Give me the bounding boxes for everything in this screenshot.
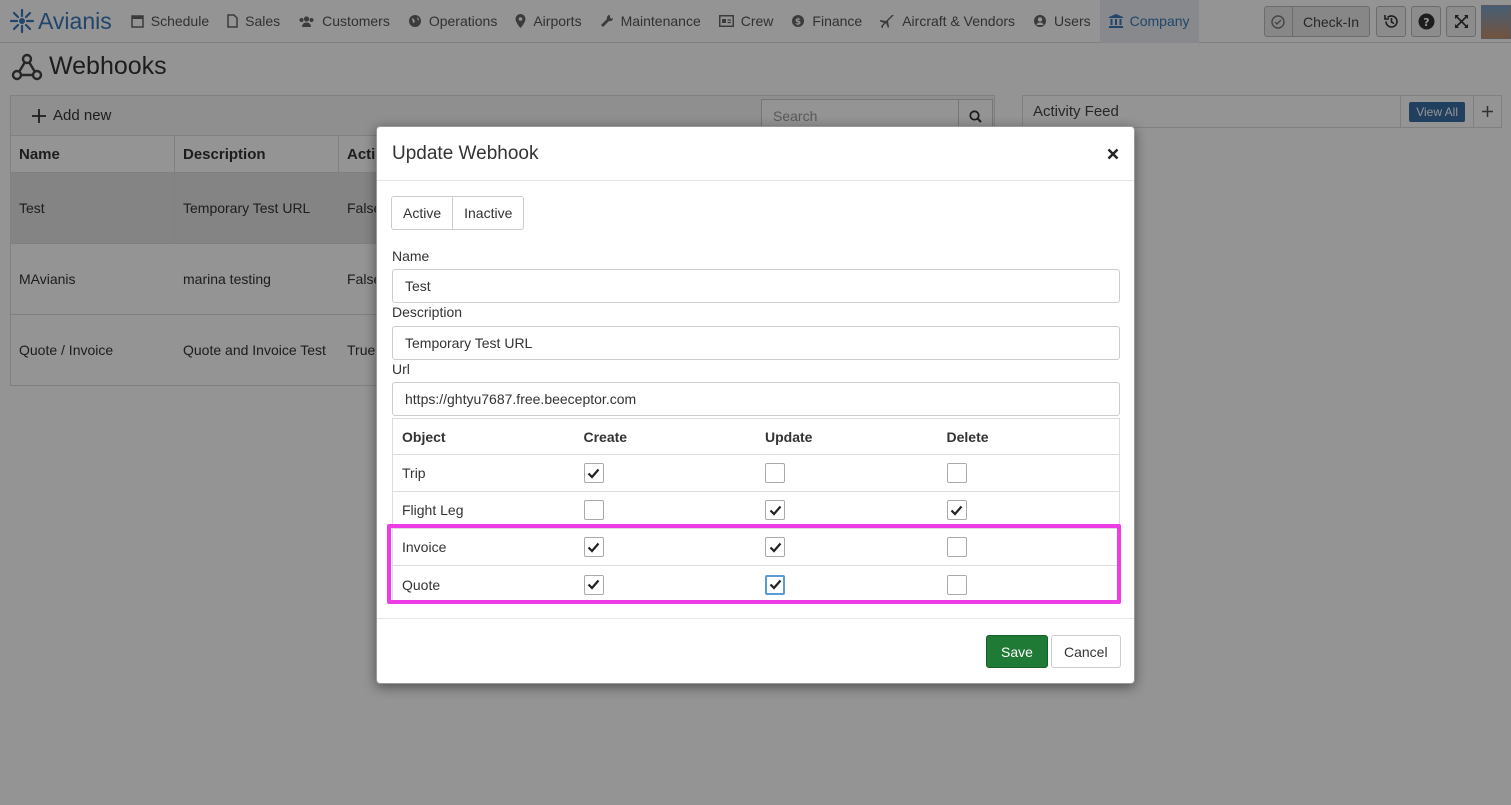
permissions-table: Object Create Update Delete Trip Flight …: [392, 418, 1120, 604]
checkbox-quote-update[interactable]: [765, 574, 785, 595]
update-webhook-modal: Update Webhook Active Inactive Name Desc…: [376, 126, 1135, 684]
checkbox-flight-leg-delete[interactable]: [946, 500, 967, 520]
checkmark-icon: [769, 579, 781, 590]
status-inactive-option[interactable]: Inactive: [453, 197, 524, 229]
permission-row-trip: Trip: [393, 455, 1119, 492]
name-field[interactable]: [392, 269, 1120, 303]
save-button[interactable]: Save: [986, 635, 1048, 668]
permission-row-invoice: Invoice: [393, 529, 1119, 566]
object-label: Trip: [402, 465, 426, 481]
object-label: Quote: [402, 576, 441, 593]
checkmark-icon: [950, 505, 963, 516]
checkbox-invoice-delete[interactable]: [946, 537, 967, 557]
checkbox-trip-update[interactable]: [765, 463, 785, 483]
checkbox-flight-leg-update[interactable]: [765, 500, 785, 520]
checkbox-trip-delete[interactable]: [946, 463, 967, 483]
checkbox-invoice-update[interactable]: [765, 537, 785, 557]
description-field[interactable]: [392, 326, 1120, 360]
cancel-button[interactable]: Cancel: [1051, 635, 1121, 668]
checkbox-trip-create[interactable]: [583, 463, 604, 483]
checkmark-icon: [769, 542, 781, 553]
permission-row-flight-leg: Flight Leg: [393, 492, 1119, 529]
name-label: Name: [392, 248, 430, 264]
checkbox-flight-leg-create[interactable]: [583, 500, 604, 520]
checkbox-quote-create[interactable]: [583, 574, 604, 595]
checkmark-icon: [769, 505, 781, 516]
url-field[interactable]: [392, 382, 1120, 416]
checkmark-icon: [587, 542, 600, 553]
object-label: Flight Leg: [402, 502, 464, 518]
close-icon: [1107, 148, 1119, 159]
checkbox-invoice-create[interactable]: [583, 537, 604, 557]
column-header-update: Update: [765, 428, 813, 445]
checkmark-icon: [587, 579, 600, 590]
status-toggle: Active Inactive: [391, 196, 525, 230]
url-label: Url: [392, 361, 410, 377]
description-label: Description: [392, 304, 463, 320]
column-header-object: Object: [402, 428, 446, 445]
close-button[interactable]: [1092, 148, 1134, 160]
modal-header: Update Webhook: [377, 127, 1134, 181]
column-header-create: Create: [583, 428, 628, 445]
column-header-delete: Delete: [946, 428, 989, 445]
status-active-option[interactable]: Active: [392, 197, 454, 229]
modal-footer: Save Cancel: [377, 618, 1134, 684]
modal-title: Update Webhook: [392, 142, 539, 164]
permissions-header: Object Create Update Delete: [393, 419, 1119, 455]
permission-row-quote: Quote: [393, 566, 1119, 603]
checkmark-icon: [587, 468, 600, 479]
checkbox-quote-delete[interactable]: [946, 574, 967, 595]
object-label: Invoice: [402, 539, 447, 555]
